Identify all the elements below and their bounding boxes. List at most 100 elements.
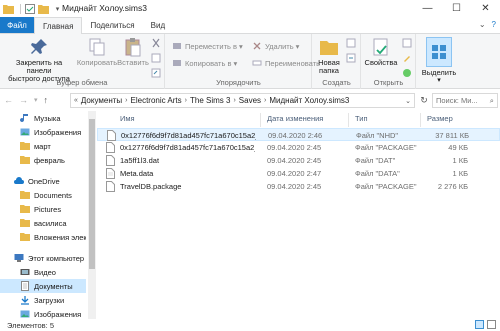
file-name: TravelDB.package: [120, 182, 182, 191]
address-dropdown-icon[interactable]: ⌄: [405, 97, 411, 105]
file-size: 49 КБ: [448, 143, 468, 152]
history-icon[interactable]: [402, 68, 412, 78]
column-header-name[interactable]: Имя: [120, 114, 135, 127]
file-size: 1 КБ: [452, 169, 468, 178]
file-row[interactable]: 0x12776f6d9f7d81ad457fc71a670c15a2_0... …: [97, 128, 500, 141]
folder-icon: [20, 142, 30, 150]
help-icon[interactable]: ?: [492, 20, 496, 29]
new-item-icon[interactable]: [346, 38, 356, 48]
search-input[interactable]: [436, 96, 488, 105]
breadcrumb-current-folder[interactable]: Миднайт Холоу.sims3: [269, 96, 349, 105]
maximize-button[interactable]: ☐: [442, 0, 471, 17]
tab-home[interactable]: Главная: [34, 17, 83, 34]
select-button[interactable]: Выделить ▾: [421, 37, 457, 85]
copy-path-icon[interactable]: [151, 53, 161, 63]
nav-item-february[interactable]: февраль: [0, 153, 86, 167]
minimize-button[interactable]: —: [413, 0, 442, 17]
column-header-size[interactable]: Размер: [427, 114, 453, 127]
breadcrumb-the-sims-3[interactable]: The Sims 3: [190, 96, 230, 105]
file-row[interactable]: 0x12776f6d9f7d81ad457fc71a670c15a2_0... …: [97, 141, 500, 154]
scrollbar-thumb[interactable]: [89, 119, 95, 269]
nav-item-label: Этот компьютер: [28, 253, 85, 263]
column-header-date[interactable]: Дата изменения: [267, 114, 323, 127]
new-folder-qa-icon[interactable]: [38, 3, 49, 14]
nav-item-this-pc[interactable]: Этот компьютер: [0, 251, 86, 265]
address-box[interactable]: « Документы › Electronic Arts › The Sims 3…: [70, 93, 415, 108]
file-row[interactable]: Meta.data 09.04.2020 2:47 Файл "DATA" 1 …: [97, 167, 500, 180]
status-bar: Элементов: 5: [0, 319, 500, 331]
move-to-button[interactable]: Переместить в ▾: [172, 40, 243, 52]
nav-item-music[interactable]: Музыка: [0, 111, 86, 125]
nav-item-pictures[interactable]: Изображения: [0, 125, 86, 139]
items-count: Элементов: 5: [7, 320, 55, 330]
nav-item-onedrive-pictures[interactable]: Pictures: [0, 202, 86, 216]
breadcrumb-saves[interactable]: Saves: [239, 96, 261, 105]
address-overflow-icon[interactable]: «: [74, 97, 78, 104]
delete-button[interactable]: Удалить ▾: [252, 40, 299, 52]
copy-button[interactable]: Копировать: [76, 37, 118, 67]
properties-button[interactable]: Свойства: [364, 37, 398, 67]
new-folder-button[interactable]: Новая папка: [315, 37, 343, 75]
details-view-icon[interactable]: [475, 320, 484, 329]
properties-label: Свойства: [364, 58, 398, 67]
copy-to-button[interactable]: Копировать в ▾: [172, 57, 237, 69]
nav-item-march[interactable]: март: [0, 139, 86, 153]
pictures-icon: [20, 310, 30, 318]
up-arrow-icon[interactable]: ↑: [44, 95, 49, 105]
nav-item-email-attachments[interactable]: Вложения элект: [0, 230, 86, 244]
file-row[interactable]: TravelDB.package 09.04.2020 2:45 Файл "P…: [97, 180, 500, 193]
rename-button[interactable]: Переименовать: [252, 57, 320, 69]
file-icon: [106, 142, 115, 153]
large-icons-view-icon[interactable]: [487, 320, 496, 329]
tab-file[interactable]: Файл: [0, 17, 34, 33]
file-type: Файл "PACKAGE": [355, 143, 417, 152]
nav-item-documents[interactable]: Документы: [0, 279, 86, 293]
forward-arrow-icon[interactable]: →: [19, 95, 28, 105]
file-name: Meta.data: [120, 169, 154, 178]
pin-label-1: Закрепить на панели: [15, 58, 63, 75]
ribbon-tabs: Файл Главная Поделиться Вид ⌄ ?: [0, 17, 500, 34]
cloud-icon: [14, 177, 24, 184]
folder-icon: [20, 233, 30, 241]
column-header-type[interactable]: Тип: [355, 114, 368, 127]
file-list: Имя Дата изменения Тип Размер 0x12776f6d…: [97, 111, 500, 319]
open-icon[interactable]: [402, 38, 412, 48]
paste-shortcut-icon[interactable]: [151, 68, 161, 78]
refresh-icon[interactable]: ↻: [417, 93, 431, 108]
delete-label: Удалить: [265, 41, 294, 51]
delete-icon: [253, 42, 261, 50]
recent-locations-icon[interactable]: ▾: [34, 96, 38, 104]
search-box[interactable]: ⌕: [432, 93, 498, 108]
nav-item-downloads[interactable]: Загрузки: [0, 293, 86, 307]
nav-item-onedrive[interactable]: OneDrive: [0, 174, 86, 188]
breadcrumb-documents[interactable]: Документы: [81, 96, 122, 105]
cut-icon[interactable]: [151, 38, 161, 48]
pin-icon: [31, 39, 47, 54]
breadcrumb-electronic-arts[interactable]: Electronic Arts: [131, 96, 182, 105]
paste-button[interactable]: Вставить: [116, 37, 150, 67]
file-icon: [106, 181, 115, 192]
nav-item-onedrive-documents[interactable]: Documents: [0, 188, 86, 202]
nav-item-video[interactable]: Видео: [0, 265, 86, 279]
tab-view[interactable]: Вид: [143, 17, 173, 33]
expand-ribbon-icon[interactable]: ⌄: [479, 20, 486, 29]
nav-item-label: март: [34, 141, 51, 151]
back-arrow-icon[interactable]: ←: [4, 95, 13, 105]
file-row[interactable]: 1a5ff1l3.dat 09.04.2020 2:45 Файл "DAT" …: [97, 154, 500, 167]
video-icon: [20, 269, 30, 275]
nav-item-vasilisa[interactable]: василиса: [0, 216, 86, 230]
file-type: Файл "DAT": [355, 156, 396, 165]
nav-item-label: Documents: [34, 190, 72, 200]
easy-access-icon[interactable]: [346, 53, 356, 63]
edit-icon[interactable]: [402, 53, 412, 63]
nav-pane-scrollbar[interactable]: [88, 111, 96, 319]
pin-quick-access-button[interactable]: Закрепить на панели быстрого доступа: [4, 37, 74, 83]
copy-label: Копировать: [76, 58, 118, 67]
nav-item-pictures-pc[interactable]: Изображения: [0, 307, 86, 319]
tab-share[interactable]: Поделиться: [82, 17, 142, 33]
close-button[interactable]: ✕: [471, 0, 500, 17]
properties-check-icon[interactable]: [24, 3, 35, 14]
file-name: 1a5ff1l3.dat: [120, 156, 160, 165]
folder-icon: [3, 3, 14, 14]
separator: [20, 3, 21, 14]
